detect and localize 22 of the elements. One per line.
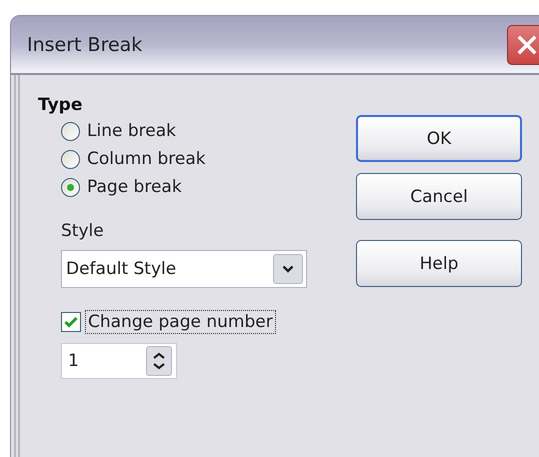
- dropdown-button[interactable]: [273, 254, 303, 284]
- checkmark-icon: [64, 316, 78, 328]
- window-title: Insert Break: [27, 34, 142, 56]
- type-label: Type: [38, 95, 84, 115]
- close-icon: [516, 34, 538, 56]
- close-button[interactable]: [507, 24, 539, 64]
- help-button[interactable]: Help: [356, 240, 522, 287]
- checkbox-label[interactable]: Change page number: [85, 310, 276, 334]
- radio-button[interactable]: [61, 178, 80, 196]
- radio-option[interactable]: Line break: [61, 121, 338, 141]
- spin-buttons[interactable]: [146, 346, 172, 376]
- checkbox[interactable]: [61, 312, 81, 332]
- radio-option[interactable]: Page break: [61, 177, 338, 197]
- ok-button[interactable]: OK: [356, 115, 522, 162]
- radio-button[interactable]: [61, 150, 80, 168]
- radio-button[interactable]: [61, 122, 80, 140]
- style-dropdown[interactable]: Default Style: [61, 250, 307, 288]
- cancel-button[interactable]: Cancel: [356, 173, 522, 220]
- chevron-down-icon: [282, 265, 294, 273]
- radio-option[interactable]: Column break: [61, 149, 338, 169]
- style-label: Style: [61, 221, 105, 241]
- page-number-spinbox[interactable]: 1: [61, 343, 177, 379]
